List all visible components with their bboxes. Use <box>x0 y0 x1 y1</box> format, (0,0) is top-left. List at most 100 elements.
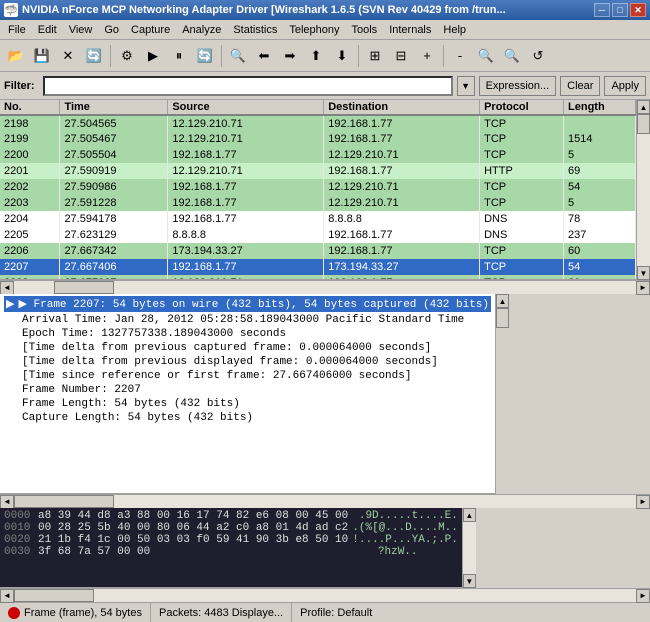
clear-button[interactable]: Clear <box>560 76 600 96</box>
toolbar-button-14[interactable]: ⊟ <box>389 44 413 68</box>
packet-cell: DNS <box>480 227 564 243</box>
toolbar-button-13[interactable]: ⊞ <box>363 44 387 68</box>
packet-row[interactable]: 220527.6231298.8.8.8192.168.1.77DNS237 <box>0 227 636 243</box>
packet-row[interactable]: 220027.505504192.168.1.7712.129.210.71TC… <box>0 147 636 163</box>
toolbar-button-19[interactable]: ↺ <box>526 44 550 68</box>
toolbar-button-15[interactable]: + <box>415 44 439 68</box>
hex-dump-container: 0000a8 39 44 d8 a3 88 00 16 17 74 82 e6 … <box>0 508 650 588</box>
hscroll-track[interactable] <box>14 281 636 294</box>
packet-row[interactable]: 220727.667406192.168.1.77173.194.33.27TC… <box>0 259 636 275</box>
toolbar-button-16[interactable]: - <box>448 44 472 68</box>
menu-item-edit[interactable]: Edit <box>32 22 63 38</box>
hex-dump[interactable]: 0000a8 39 44 d8 a3 88 00 16 17 74 82 e6 … <box>0 508 462 588</box>
filterbar: Filter: ▼ Expression... Clear Apply <box>0 72 650 100</box>
maximize-button[interactable]: □ <box>612 3 628 17</box>
menu-item-go[interactable]: Go <box>98 22 125 38</box>
toolbar-button-5[interactable]: ▶ <box>141 44 165 68</box>
packet-row[interactable]: 219927.50546712.129.210.71192.168.1.77TC… <box>0 131 636 147</box>
hex-hscrollbar[interactable]: ◄ ► <box>0 588 650 602</box>
close-button[interactable]: ✕ <box>630 3 646 17</box>
menu-item-help[interactable]: Help <box>437 22 472 38</box>
detail-row: Epoch Time: 1327757338.189043000 seconds <box>4 327 491 341</box>
toolbar-button-8[interactable]: 🔍 <box>226 44 250 68</box>
packet-detail[interactable]: ▶▶ Frame 2207: 54 bytes on wire (432 bit… <box>0 294 495 494</box>
menu-item-view[interactable]: View <box>63 22 99 38</box>
toolbar-button-9[interactable]: ⬅ <box>252 44 276 68</box>
packet-row[interactable]: 219827.50456512.129.210.71192.168.1.77TC… <box>0 115 636 131</box>
toolbar-button-0[interactable]: 📂 <box>4 44 28 68</box>
toolbar-button-18[interactable]: 🔍 <box>500 44 524 68</box>
scroll-thumb[interactable] <box>637 114 650 134</box>
menu-item-telephony[interactable]: Telephony <box>283 22 345 38</box>
hex-row: 00303f 68 7a 57 00 00?hzW.. <box>4 546 458 558</box>
packet-cell <box>564 115 636 131</box>
detail-selected-frame[interactable]: ▶▶ Frame 2207: 54 bytes on wire (432 bit… <box>4 296 491 312</box>
packet-cell: 2203 <box>0 195 60 211</box>
menu-item-statistics[interactable]: Statistics <box>227 22 283 38</box>
hex-hscroll-left[interactable]: ◄ <box>0 589 14 603</box>
toolbar-button-12[interactable]: ⬇ <box>330 44 354 68</box>
hex-scrollbar[interactable]: ▲ ▼ <box>462 508 476 588</box>
packet-row[interactable]: 220227.590986192.168.1.7712.129.210.71TC… <box>0 179 636 195</box>
menu-item-tools[interactable]: Tools <box>346 22 384 38</box>
hscroll-thumb[interactable] <box>54 281 114 294</box>
packet-row[interactable]: 220127.59091912.129.210.71192.168.1.77HT… <box>0 163 636 179</box>
scroll-down-button[interactable]: ▼ <box>637 266 650 280</box>
hex-hscroll-right[interactable]: ► <box>636 589 650 603</box>
packet-row[interactable]: 220827.67788712.129.210.71192.168.1.77TC… <box>0 275 636 280</box>
menu-item-file[interactable]: File <box>2 22 32 38</box>
toolbar-button-11[interactable]: ⬆ <box>304 44 328 68</box>
packet-cell: 2201 <box>0 163 60 179</box>
detail-hscroll-left[interactable]: ◄ <box>0 495 14 509</box>
toolbar-button-10[interactable]: ➡ <box>278 44 302 68</box>
scroll-track[interactable] <box>637 114 650 266</box>
apply-button[interactable]: Apply <box>604 76 646 96</box>
toolbar-button-4[interactable]: ⚙ <box>115 44 139 68</box>
menu-item-analyze[interactable]: Analyze <box>176 22 227 38</box>
packet-cell: 2206 <box>0 243 60 259</box>
detail-hscroll-thumb[interactable] <box>14 495 114 508</box>
hex-hscroll-thumb[interactable] <box>14 589 94 602</box>
packet-row[interactable]: 220327.591228192.168.1.7712.129.210.71TC… <box>0 195 636 211</box>
detail-scroll-up[interactable]: ▲ <box>496 294 509 308</box>
filter-dropdown-button[interactable]: ▼ <box>457 76 475 96</box>
packet-list-hscrollbar[interactable]: ◄ ► <box>0 280 650 294</box>
packet-row[interactable]: 220627.667342173.194.33.27192.168.1.77TC… <box>0 243 636 259</box>
detail-hscroll-track[interactable] <box>14 495 636 508</box>
hex-scroll-up[interactable]: ▲ <box>463 508 476 522</box>
toolbar-button-7[interactable]: 🔄 <box>193 44 217 68</box>
packet-cell: 54 <box>564 259 636 275</box>
scroll-up-button[interactable]: ▲ <box>637 100 650 114</box>
hex-scroll-down[interactable]: ▼ <box>463 574 476 588</box>
toolbar-button-1[interactable]: 💾 <box>30 44 54 68</box>
packet-cell: 2208 <box>0 275 60 280</box>
expression-button[interactable]: Expression... <box>479 76 557 96</box>
menu-item-capture[interactable]: Capture <box>125 22 176 38</box>
toolbar-button-6[interactable]: ⏸ <box>167 44 191 68</box>
toolbar-separator <box>443 45 444 67</box>
hscroll-left-button[interactable]: ◄ <box>0 281 14 295</box>
filter-input[interactable] <box>43 76 453 96</box>
window-title: NVIDIA nForce MCP Networking Adapter Dri… <box>22 4 506 16</box>
toolbar-button-17[interactable]: 🔍 <box>474 44 498 68</box>
hex-row: 001000 28 25 5b 40 00 80 06 44 a2 c0 a8 … <box>4 522 458 534</box>
packet-list-scrollbar[interactable]: ▲ ▼ <box>636 100 650 280</box>
minimize-button[interactable]: ─ <box>594 3 610 17</box>
packet-cell: 27.504565 <box>60 115 168 131</box>
menu-item-internals[interactable]: Internals <box>383 22 437 38</box>
detail-expand-triangle[interactable]: ▶ <box>6 297 14 311</box>
detail-hscrollbar[interactable]: ◄ ► <box>0 494 650 508</box>
frame-status: Frame (frame), 54 bytes <box>0 603 151 622</box>
hscroll-right-button[interactable]: ► <box>636 281 650 295</box>
hex-scroll-track[interactable] <box>463 522 476 574</box>
toolbar-button-3[interactable]: 🔄 <box>82 44 106 68</box>
detail-scroll-thumb[interactable] <box>496 308 509 328</box>
packets-status: Packets: 4483 Displaye... <box>151 603 292 622</box>
toolbar-button-2[interactable]: ✕ <box>56 44 80 68</box>
toolbar: 📂💾✕🔄⚙▶⏸🔄🔍⬅➡⬆⬇⊞⊟+-🔍🔍↺ <box>0 40 650 72</box>
hex-hscroll-track[interactable] <box>14 589 636 602</box>
packet-row[interactable]: 220427.594178192.168.1.778.8.8.8DNS78 <box>0 211 636 227</box>
detail-hscroll-right[interactable]: ► <box>636 495 650 509</box>
packet-detail-scrollbar[interactable]: ▲ ▼ <box>495 294 509 494</box>
packet-list[interactable]: No.TimeSourceDestinationProtocolLength 2… <box>0 100 636 280</box>
